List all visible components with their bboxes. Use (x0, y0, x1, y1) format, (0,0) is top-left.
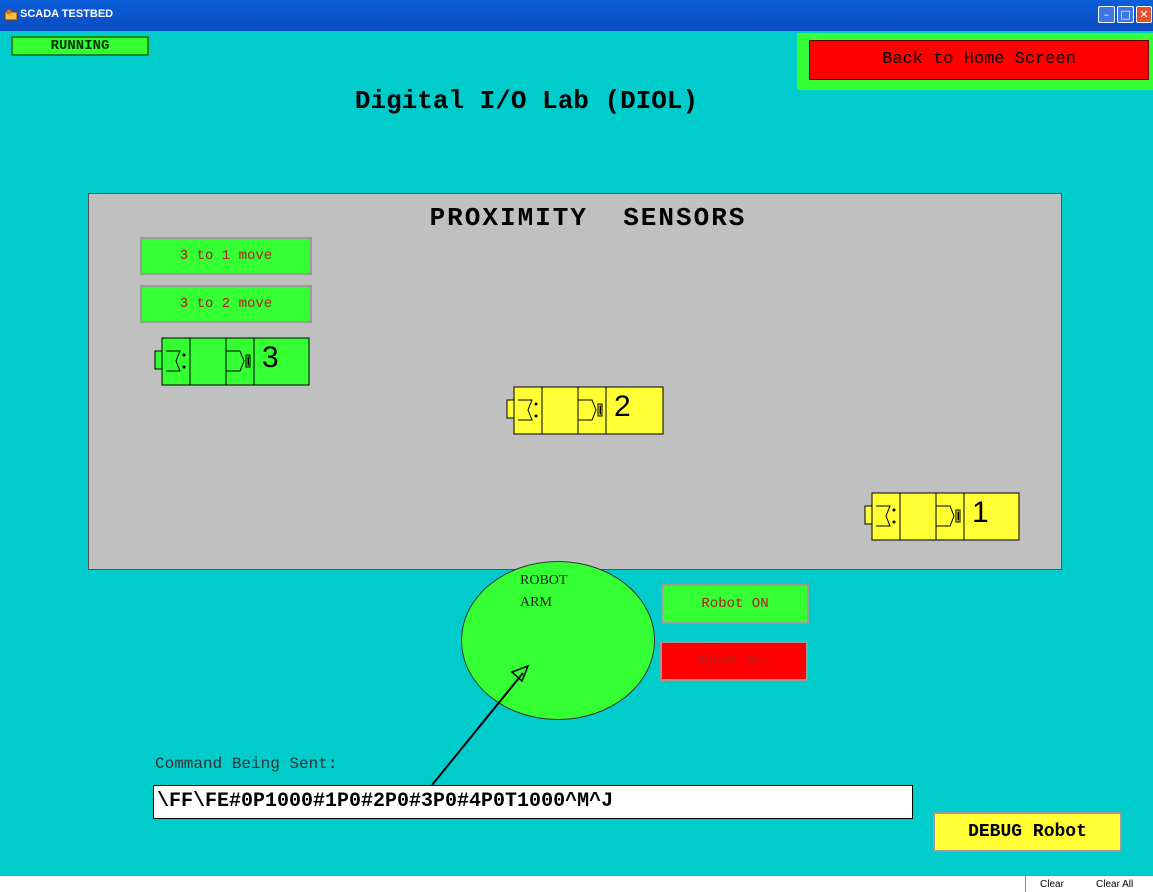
debug-robot-button[interactable]: DEBUG Robot (933, 812, 1122, 852)
command-display: \FF\FE#0P1000#1P0#2P0#3P0#4P0T1000^M^J (153, 785, 913, 819)
command-label: Command Being Sent: (155, 755, 338, 773)
clear-button[interactable]: Clear (1040, 879, 1064, 890)
alarm-message-field (0, 876, 1026, 892)
clear-all-button[interactable]: Clear All (1096, 879, 1133, 890)
